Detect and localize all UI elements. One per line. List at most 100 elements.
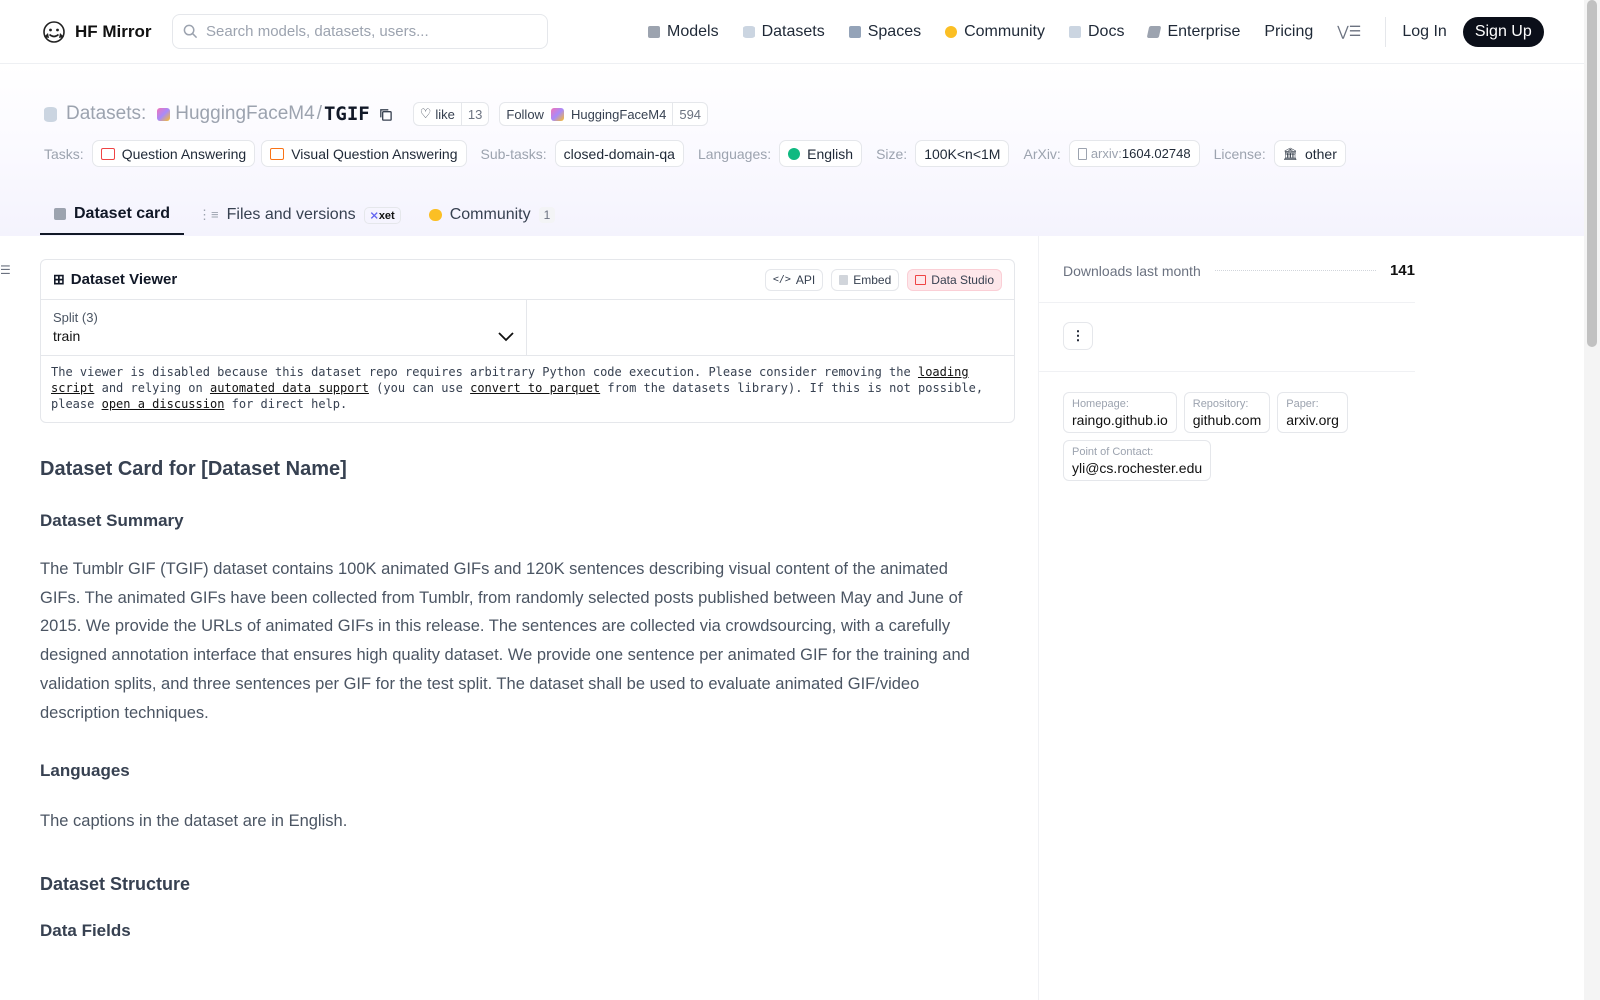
- api-label: API: [795, 272, 816, 287]
- tag-label: Question Answering: [121, 145, 247, 162]
- right-sidebar: Downloads last month 141 ⋮ Homepage: rain…: [1038, 236, 1584, 1000]
- languages-label: Languages:: [697, 145, 772, 162]
- tasks-label: Tasks:: [44, 145, 84, 162]
- api-button[interactable]: </> API: [764, 268, 824, 291]
- search-input[interactable]: [206, 23, 526, 40]
- database-icon: [742, 25, 755, 38]
- subtasks-label: Sub-tasks:: [480, 145, 547, 162]
- toc-toggle-icon[interactable]: ☰: [0, 263, 11, 277]
- org-link[interactable]: HuggingFaceM4: [175, 103, 314, 125]
- size-label: Size:: [876, 145, 908, 162]
- nav-item-datasets[interactable]: Datasets: [742, 23, 825, 41]
- tag-label: closed-domain-qa: [563, 145, 675, 162]
- grid-icon: [848, 25, 861, 38]
- tab-dataset-card[interactable]: Dataset card: [40, 195, 185, 235]
- tag-task-question-answering[interactable]: Question Answering: [91, 140, 256, 167]
- login-link[interactable]: Log In: [1402, 23, 1446, 41]
- arxiv-prefix: arxiv:: [1090, 146, 1122, 161]
- tag-task-visual-qa[interactable]: Visual Question Answering: [261, 140, 467, 167]
- tab-files[interactable]: ⋮≡ Files and versions ⨯xet: [184, 195, 415, 235]
- tag-arxiv[interactable]: arxiv: 1604.02748: [1068, 140, 1200, 167]
- repository-link[interactable]: Repository: github.com: [1183, 392, 1271, 433]
- studio-label: Data Studio: [931, 272, 994, 287]
- qa-icon: [100, 147, 115, 160]
- summary-text: The Tumblr GIF (TGIF) dataset contains 1…: [40, 560, 970, 722]
- database-icon: [44, 106, 57, 122]
- downloads-label: Downloads last month: [1063, 262, 1201, 279]
- contact-link[interactable]: Point of Contact: yli@cs.rochester.edu: [1063, 440, 1212, 481]
- link-key: Repository:: [1192, 398, 1249, 410]
- downloads-row: Downloads last month 141: [1063, 262, 1415, 279]
- heart-icon: ♡: [419, 106, 432, 121]
- repo-name[interactable]: TGIF: [324, 103, 370, 125]
- table-icon: ⊞: [53, 271, 65, 287]
- convert-to-parquet-link[interactable]: convert to parquet: [470, 381, 600, 395]
- brand-name: HF Mirror: [75, 22, 152, 41]
- tag-license[interactable]: 🏛 other: [1273, 140, 1346, 167]
- signup-button[interactable]: Sign Up: [1462, 16, 1544, 47]
- viewer-actions: </> API Embed Data Studio: [764, 268, 1002, 291]
- chevron-down-icon: [498, 332, 514, 342]
- link-key: Homepage:: [1072, 398, 1129, 410]
- community-count: 1: [538, 207, 556, 223]
- nav-label: Community: [964, 22, 1045, 40]
- follow-label: Follow: [506, 106, 544, 122]
- embed-button[interactable]: Embed: [831, 268, 900, 291]
- nav-divider: [1385, 16, 1387, 47]
- org-avatar: [157, 107, 171, 121]
- tag-label: English: [807, 145, 854, 162]
- summary-heading: Dataset Summary: [40, 511, 184, 530]
- top-nav: HF Mirror Models Datasets Spaces Communi…: [0, 0, 1584, 64]
- nav-item-docs[interactable]: Docs: [1069, 23, 1124, 41]
- nav-item-enterprise[interactable]: Enterprise: [1147, 23, 1240, 41]
- page-scrollbar[interactable]: [1584, 0, 1600, 1000]
- brand-logo[interactable]: HF Mirror: [42, 20, 152, 44]
- copy-icon[interactable]: [378, 107, 393, 122]
- homepage-link[interactable]: Homepage: raingo.github.io: [1063, 392, 1177, 433]
- nav-label: Models: [667, 22, 719, 40]
- tag-size[interactable]: 100K<n<1M: [915, 140, 1010, 167]
- files-icon: ⋮≡: [198, 207, 219, 222]
- follow-button[interactable]: Follow HuggingFaceM4 594: [499, 102, 709, 126]
- xet-icon: ⨯: [369, 209, 379, 222]
- split-value: train: [53, 328, 81, 344]
- msg-text: and relying on: [101, 381, 203, 395]
- studio-icon: [915, 274, 927, 285]
- nav-item-spaces[interactable]: Spaces: [848, 23, 921, 41]
- nav-item-pricing[interactable]: Pricing: [1264, 23, 1313, 41]
- msg-text: The viewer is disabled because this data…: [51, 365, 911, 379]
- tab-community[interactable]: Community 1: [415, 195, 570, 235]
- cube-icon: [54, 208, 66, 220]
- open-discussion-link[interactable]: open a discussion: [102, 397, 225, 411]
- scrollbar-thumb[interactable]: [1587, 0, 1597, 347]
- tag-label: Visual Question Answering: [291, 145, 458, 162]
- tag-label: other: [1304, 145, 1337, 162]
- nav-label: Docs: [1088, 22, 1125, 40]
- cube-icon: [648, 25, 660, 38]
- more-options-button[interactable]: ⋮: [1063, 322, 1093, 350]
- like-button[interactable]: ♡ like 13: [412, 102, 490, 126]
- bank-icon: 🏛: [1282, 146, 1298, 161]
- embed-icon: [839, 274, 849, 285]
- arxiv-id: 1604.02748: [1121, 146, 1191, 161]
- data-studio-button[interactable]: Data Studio: [907, 268, 1002, 291]
- nav-item-models[interactable]: Models: [648, 23, 719, 41]
- nav-item-community[interactable]: Community: [945, 23, 1045, 41]
- license-label: License:: [1213, 145, 1266, 162]
- tag-subtask[interactable]: closed-domain-qa: [554, 140, 684, 167]
- repo-type-label[interactable]: Datasets:: [66, 103, 146, 125]
- structure-heading: Dataset Structure: [40, 873, 191, 894]
- embed-label: Embed: [853, 272, 892, 287]
- tag-language[interactable]: English: [779, 140, 863, 167]
- more-menu-icon[interactable]: ⋁☰: [1337, 23, 1361, 40]
- card-title: Dataset Card for [Dataset Name]: [40, 458, 347, 480]
- viewer-title-text: Dataset Viewer: [70, 271, 178, 288]
- search-box[interactable]: [172, 14, 548, 49]
- sidebar-divider: [1039, 371, 1415, 372]
- file-icon: [1077, 147, 1087, 160]
- automated-data-support-link[interactable]: automated data support: [210, 381, 369, 395]
- paper-link[interactable]: Paper: arxiv.org: [1277, 392, 1348, 433]
- split-select[interactable]: Split (3) train: [41, 300, 527, 355]
- tab-label: Community: [449, 206, 531, 223]
- msg-text: (you can use: [376, 381, 463, 395]
